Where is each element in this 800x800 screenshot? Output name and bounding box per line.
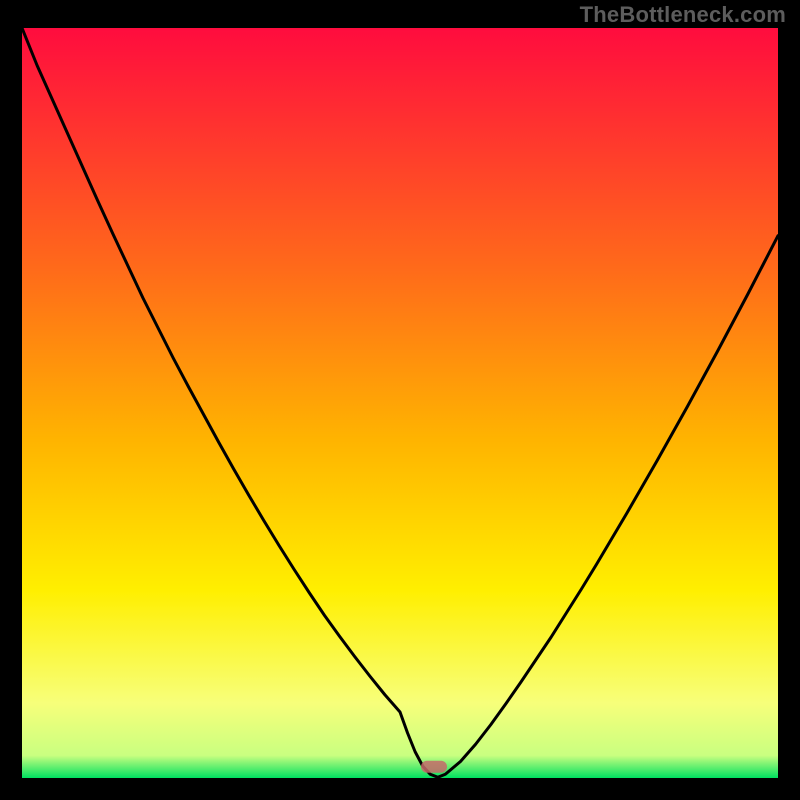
gradient-background — [22, 28, 778, 778]
attribution-label: TheBottleneck.com — [580, 2, 786, 28]
minimum-marker — [421, 761, 447, 773]
plot-area — [22, 28, 778, 778]
chart-container: TheBottleneck.com — [0, 0, 800, 800]
bottleneck-curve-chart — [22, 28, 778, 778]
